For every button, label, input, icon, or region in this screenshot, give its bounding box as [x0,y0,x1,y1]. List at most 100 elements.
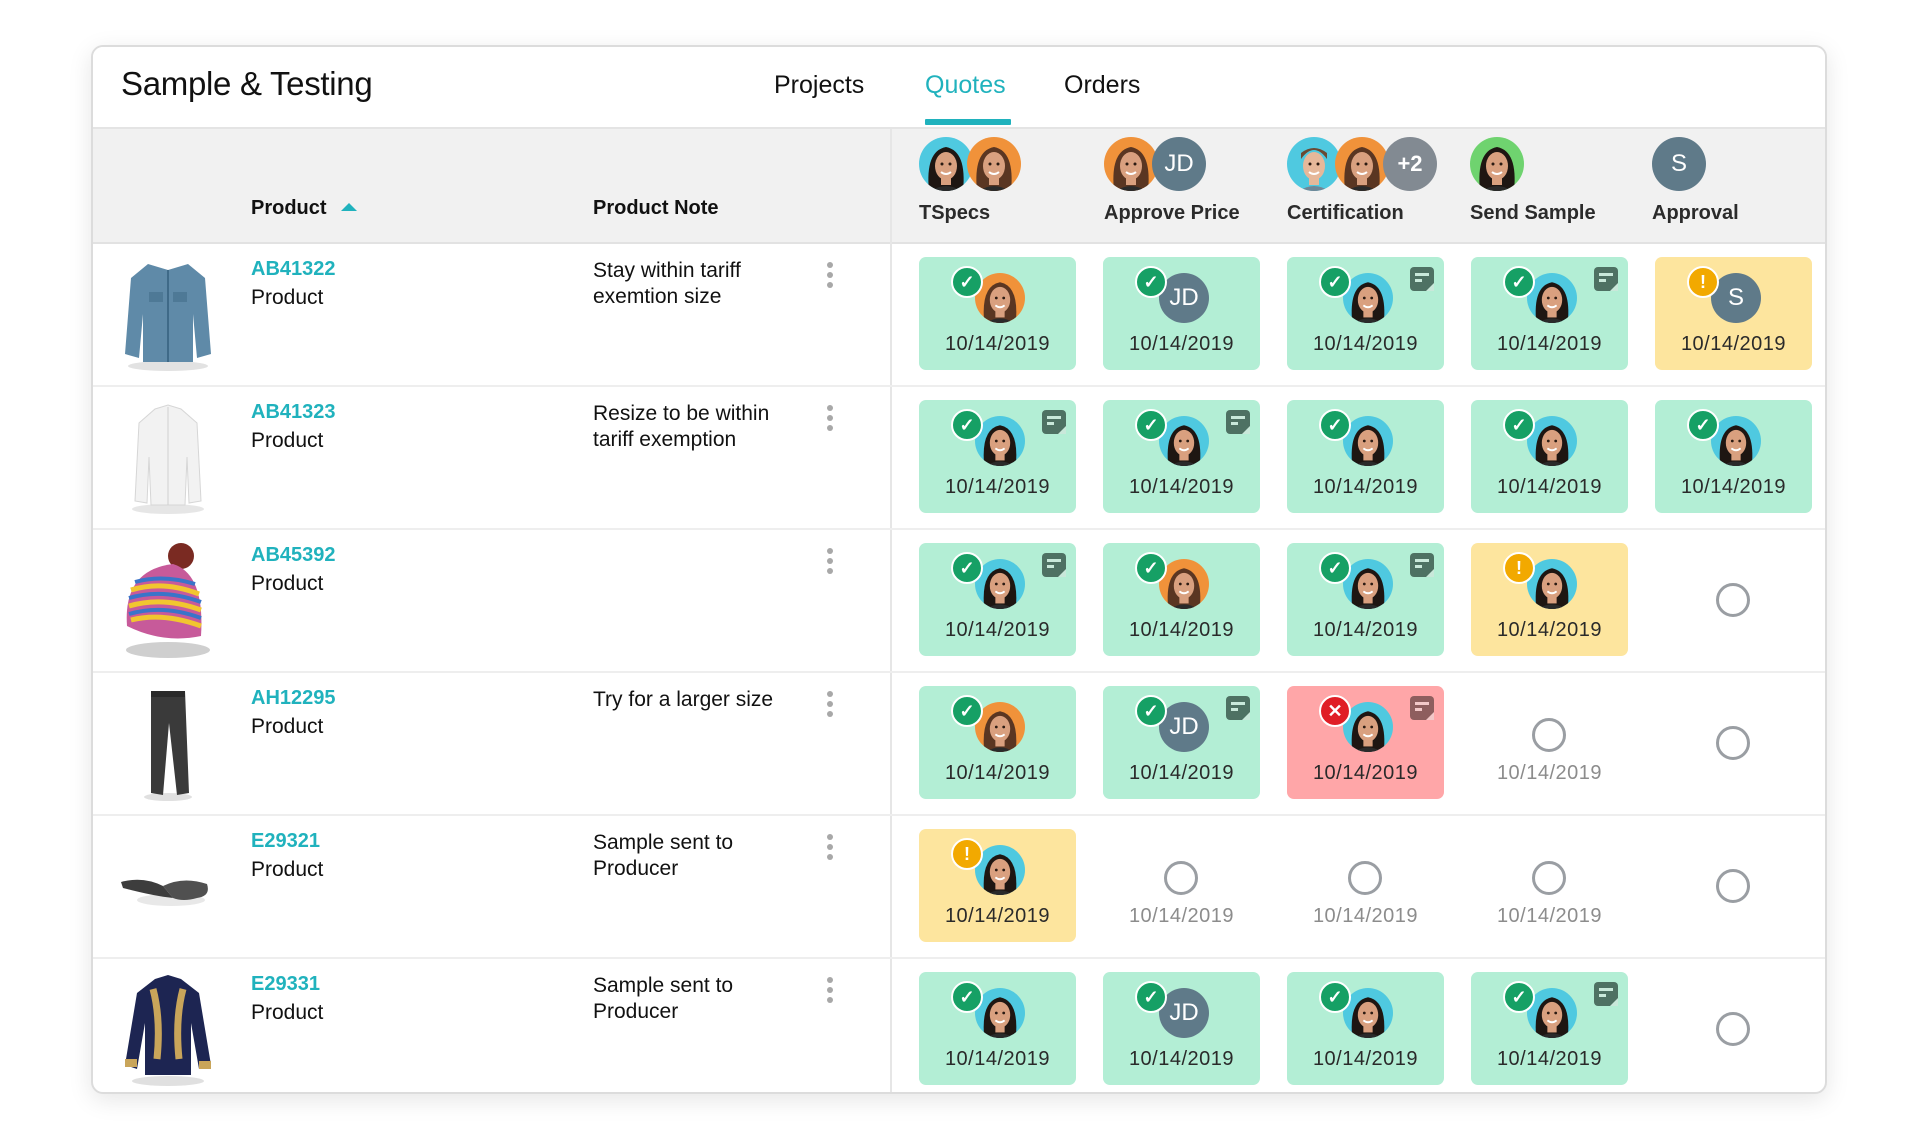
note-icon[interactable] [1226,410,1250,434]
face-portrait-icon [1470,137,1524,191]
status-cell-empty[interactable] [1655,686,1812,799]
more-options-icon[interactable] [823,548,837,582]
status-cell-done[interactable]: ✓ 10/14/2019 [1655,400,1812,513]
tab-orders[interactable]: Orders [1064,71,1140,100]
stage-label: TSpecs [919,202,991,224]
status-date: 10/14/2019 [944,476,1051,498]
sort-ascending-icon[interactable] [340,203,357,211]
avatar-initials[interactable]: S [1652,137,1706,191]
status-date: 10/14/2019 [1312,333,1419,355]
status-cell-warning[interactable]: ! 10/14/2019 [919,829,1076,942]
product-id-link[interactable]: AB41322 [251,258,336,281]
column-header-product-label: Product [251,197,327,219]
avatar[interactable] [1104,137,1158,191]
product-id-link[interactable]: AB41323 [251,401,336,424]
product-thumbnail[interactable] [113,683,223,803]
status-cell-done[interactable]: ✓ 10/14/2019 [1287,972,1444,1085]
note-icon[interactable] [1410,267,1434,291]
avatar[interactable] [1335,137,1389,191]
note-icon[interactable] [1594,982,1618,1006]
status-cell-done[interactable]: JD ✓ 10/14/2019 [1103,686,1260,799]
status-cell-warning[interactable]: S! 10/14/2019 [1655,257,1812,370]
table-row: E29321 Product Sample sent to Producer ! 10… [93,816,1825,959]
face-portrait-icon [919,137,973,191]
status-cell-done[interactable]: ✓ 10/14/2019 [919,400,1076,513]
note-icon[interactable] [1042,553,1066,577]
product-thumbnail[interactable] [113,254,223,374]
tab-projects[interactable]: Projects [774,71,864,100]
note-icon[interactable] [1410,696,1434,720]
avatar[interactable] [967,137,1021,191]
status-date: 10/14/2019 [1312,762,1419,784]
status-cell-pending[interactable]: 10/14/2019 [1471,686,1628,799]
status-date: 10/14/2019 [1496,476,1603,498]
status-date: 10/14/2019 [1128,762,1235,784]
product-thumbnail[interactable] [113,397,223,517]
product-thumbnail[interactable] [113,826,223,946]
status-date: 10/14/2019 [1496,905,1603,927]
status-cell-warning[interactable]: ! 10/14/2019 [1471,543,1628,656]
product-thumbnail[interactable] [113,969,223,1089]
avatar[interactable] [1470,137,1524,191]
note-icon[interactable] [1594,267,1618,291]
status-cell-done[interactable]: ✓ 10/14/2019 [1287,400,1444,513]
status-cell-done[interactable]: ✓ 10/14/2019 [919,972,1076,1085]
status-cell-done[interactable]: ✓ 10/14/2019 [919,686,1076,799]
more-options-icon[interactable] [823,262,837,296]
product-note: Sample sent to Producer [593,831,734,880]
status-cell-empty[interactable] [1655,829,1812,942]
status-date: 10/14/2019 [944,333,1051,355]
status-cell-pending[interactable]: 10/14/2019 [1471,829,1628,942]
product-type: Product [251,572,324,595]
table-header: Product Product Note TSpecs JD Approve Pr… [93,129,1825,244]
status-cell-pending[interactable]: 10/14/2019 [1287,829,1444,942]
more-options-icon[interactable] [823,405,837,439]
status-cell-done[interactable]: ✓ 10/14/2019 [919,257,1076,370]
empty-status-circle-icon [1716,583,1750,617]
check-icon: ✓ [1319,409,1351,441]
empty-status-circle-icon [1716,726,1750,760]
note-icon[interactable] [1042,410,1066,434]
status-cell-empty[interactable] [1655,972,1812,1085]
note-icon[interactable] [1410,553,1434,577]
status-cell-done[interactable]: ✓ 10/14/2019 [919,543,1076,656]
status-date: 10/14/2019 [1496,333,1603,355]
avatar[interactable] [1287,137,1341,191]
more-options-icon[interactable] [823,834,837,868]
product-note: Resize to be within tariff exemption [593,402,770,451]
empty-status-circle-icon [1716,1012,1750,1046]
status-date: 10/14/2019 [1312,1048,1419,1070]
stage-label: Send Sample [1470,202,1596,224]
check-icon: ✓ [1135,409,1167,441]
product-id-link[interactable]: E29321 [251,830,320,853]
page-title: Sample & Testing [121,65,373,102]
status-date: 10/14/2019 [1312,619,1419,641]
avatar-initials[interactable]: JD [1152,137,1206,191]
status-cell-done[interactable]: ✓ 10/14/2019 [1471,972,1628,1085]
product-thumbnail[interactable] [113,540,223,660]
status-cell-done[interactable]: ✓ 10/14/2019 [1103,543,1260,656]
note-icon[interactable] [1226,696,1250,720]
status-cell-done[interactable]: JD ✓ 10/14/2019 [1103,972,1260,1085]
status-cell-done[interactable]: ✓ 10/14/2019 [1287,543,1444,656]
status-cell-empty[interactable] [1655,543,1812,656]
status-date: 10/14/2019 [1496,1048,1603,1070]
avatar[interactable] [919,137,973,191]
tab-quotes[interactable]: Quotes [925,71,1006,100]
status-cell-done[interactable]: ✓ 10/14/2019 [1471,400,1628,513]
product-id-link[interactable]: E29331 [251,973,320,996]
more-assignees-badge[interactable]: +2 [1383,137,1437,191]
more-options-icon[interactable] [823,977,837,1011]
product-id-link[interactable]: AH12295 [251,687,336,710]
product-id-link[interactable]: AB45392 [251,544,336,567]
status-cell-pending[interactable]: 10/14/2019 [1103,829,1260,942]
status-cell-failed[interactable]: ✕ 10/14/2019 [1287,686,1444,799]
check-icon: ✓ [951,266,983,298]
status-cell-done[interactable]: JD ✓ 10/14/2019 [1103,257,1260,370]
status-cell-done[interactable]: ✓ 10/14/2019 [1471,257,1628,370]
status-cell-done[interactable]: ✓ 10/14/2019 [1287,257,1444,370]
status-cell-done[interactable]: ✓ 10/14/2019 [1103,400,1260,513]
more-options-icon[interactable] [823,691,837,725]
product-type: Product [251,1001,324,1024]
column-header-product[interactable]: Product [251,197,357,220]
